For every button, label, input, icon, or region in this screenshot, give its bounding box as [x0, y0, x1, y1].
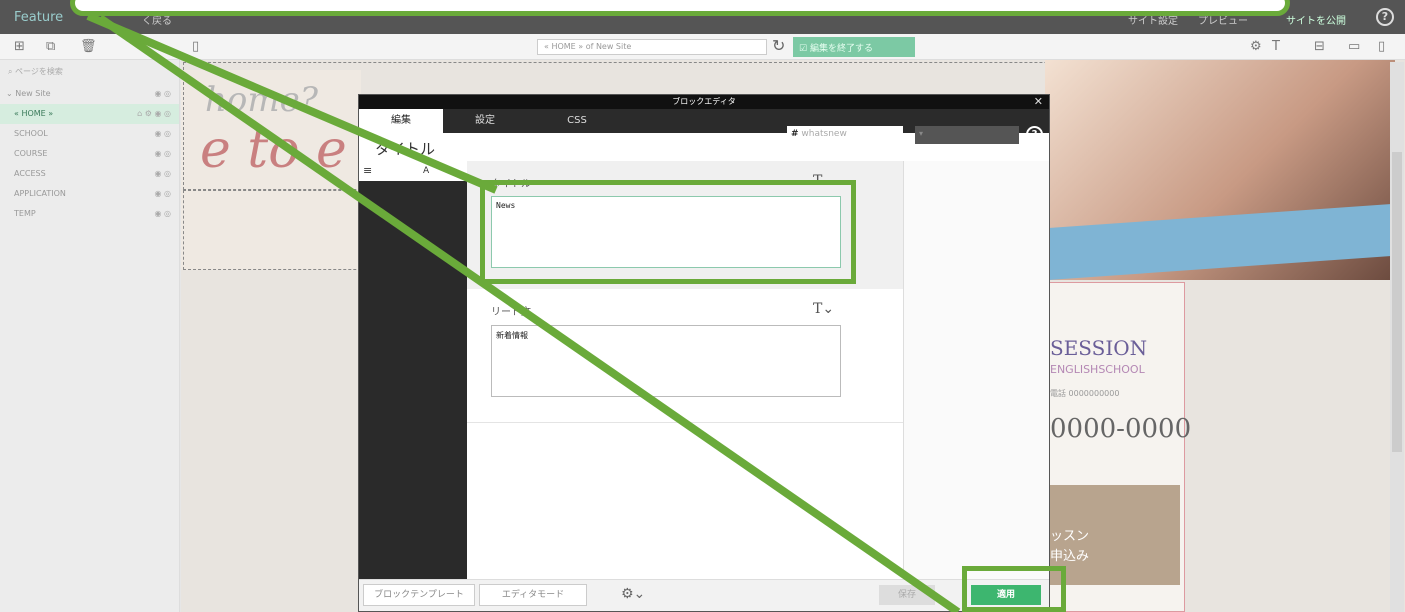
eye-icon[interactable]: ◉ ◎ [154, 184, 171, 204]
brand-subtitle: ENGLISHSCHOOL [1050, 363, 1145, 376]
editor-mode-button[interactable]: エディタモード [479, 584, 587, 606]
page-search-placeholder: ページを検索 [15, 67, 63, 76]
list-item[interactable]: ≡ A [359, 161, 467, 181]
anchor-id-input[interactable]: # whatsnew [787, 126, 903, 144]
sidebar-item-application[interactable]: APPLICATION ◉ ◎ [0, 184, 179, 204]
sidebar-item-label: « HOME » [14, 109, 54, 118]
tree-root-label: New Site [15, 89, 51, 98]
dialog-title-text: ブロックエディタ [672, 97, 736, 106]
desktop-view-icon[interactable]: ▭ [1348, 39, 1360, 54]
question-icon[interactable]: ? [1376, 8, 1394, 26]
publish-button[interactable]: サイトを公開 [1286, 12, 1346, 27]
tab-settings[interactable]: 設定 [443, 109, 527, 133]
text-format-icon[interactable]: T⌄ [813, 301, 834, 317]
hero-photo [1045, 60, 1395, 281]
add-page-icon[interactable]: ⊞ [14, 39, 25, 54]
reload-icon[interactable]: ↻ [772, 36, 785, 55]
tel-label: 電話 0000000000 [1050, 389, 1120, 398]
sidebar-item-home[interactable]: « HOME » ⌂ ⚙ ◉ ◎ [0, 104, 179, 124]
phone-number: 0000-0000 [1050, 414, 1192, 444]
anchor-id-value: whatsnew [801, 129, 847, 139]
finish-editing-label: 編集を終了する [809, 44, 873, 54]
close-icon[interactable]: ✕ [1034, 95, 1043, 109]
sidebar-item-label: SCHOOL [14, 129, 48, 138]
copy-page-icon[interactable]: ⧉ [46, 39, 55, 54]
sidebar-item-course[interactable]: COURSE ◉ ◎ [0, 144, 179, 164]
gear-icon[interactable]: ⚙⌄ [621, 586, 645, 602]
dialog-title: ブロックエディタ ✕ [359, 95, 1049, 109]
eye-icon[interactable]: ◉ ◎ [154, 164, 171, 184]
app-logo: Feature [14, 10, 64, 25]
block-editor-dialog: ブロックエディタ ✕ 編集 設定 CSS # whatsnew ▾ ? タイトル … [358, 94, 1050, 612]
sidebar-item-label: TEMP [14, 209, 36, 218]
list-item-label: A [423, 166, 430, 176]
lesson-banner[interactable]: ッスン 申込み [1050, 485, 1180, 585]
sidebar-item-access[interactable]: ACCESS ◉ ◎ [0, 164, 179, 184]
preview-scrollbar[interactable] [1390, 62, 1404, 612]
layout-icon[interactable]: ⊟ [1314, 39, 1325, 54]
lead-field-group: リード文 T⌄ 新着情報 [467, 289, 903, 423]
annotation-box-apply [962, 566, 1066, 612]
lead-field-label: リード文 [491, 307, 531, 318]
block-list: ≡ A [359, 161, 467, 579]
save-button[interactable]: 保存 [879, 585, 935, 605]
page-tree-sidebar: ⌕ ページを検索 ⌄ New Site ◉ ◎ « HOME » ⌂ ⚙ ◉ ◎ S… [0, 60, 180, 612]
tab-css[interactable]: CSS [535, 109, 619, 133]
gear-icon[interactable]: ⚙ [1250, 39, 1262, 54]
sidebar-item-label: ACCESS [14, 169, 46, 178]
dialog-tabs: 編集 設定 CSS # whatsnew ▾ ? [359, 109, 1049, 144]
scrollbar-thumb[interactable] [1392, 152, 1402, 452]
anchor-prefix: # [791, 129, 799, 139]
hero-blue-band [1045, 203, 1395, 281]
annotation-callout-top [70, 0, 1290, 16]
trash-icon[interactable]: 🗑 [80, 39, 97, 54]
lesson-line-2: 申込み [1050, 549, 1090, 564]
page-search-input[interactable]: ⌕ ページを検索 [0, 60, 179, 84]
annotation-box-title-field [480, 180, 856, 284]
eye-icon[interactable]: ◉ ◎ [154, 144, 171, 164]
sidebar-item-temp[interactable]: TEMP ◉ ◎ [0, 204, 179, 224]
eye-icon[interactable]: ◉ ◎ [154, 204, 171, 224]
question-icon[interactable]: ? [1026, 126, 1043, 143]
tree-root[interactable]: ⌄ New Site ◉ ◎ [0, 84, 179, 104]
finish-editing-button[interactable]: ☑ 編集を終了する [793, 37, 915, 57]
sidebar-toggle-icon[interactable]: ▯ [192, 39, 199, 54]
home-icons[interactable]: ⌂ ⚙ ◉ ◎ [137, 104, 171, 124]
block-title: タイトル [375, 140, 436, 158]
lesson-line-1: ッスン [1050, 529, 1090, 544]
font-icon[interactable]: T [1272, 39, 1280, 54]
page-url-field[interactable]: « HOME » of New Site [537, 39, 767, 55]
sidebar-item-label: COURSE [14, 149, 48, 158]
block-select[interactable]: ▾ [915, 126, 1019, 144]
lead-textarea[interactable]: 新着情報 [491, 325, 841, 397]
block-template-button[interactable]: ブロックテンプレート [363, 584, 475, 606]
sidebar-item-school[interactable]: SCHOOL ◉ ◎ [0, 124, 179, 144]
sidebar-item-label: APPLICATION [14, 189, 66, 198]
brand-name: SESSION [1050, 336, 1148, 360]
hamburger-icon[interactable]: ≡ [363, 161, 372, 181]
eye-icon[interactable]: ◉ ◎ [154, 84, 171, 104]
preview-pane [903, 161, 1049, 579]
eye-icon[interactable]: ◉ ◎ [154, 124, 171, 144]
tab-edit[interactable]: 編集 [359, 109, 443, 133]
mobile-view-icon[interactable]: ▯ [1378, 39, 1385, 54]
dialog-footer: ブロックテンプレート エディタモード ⚙⌄ 保存 適用 [359, 579, 1049, 611]
